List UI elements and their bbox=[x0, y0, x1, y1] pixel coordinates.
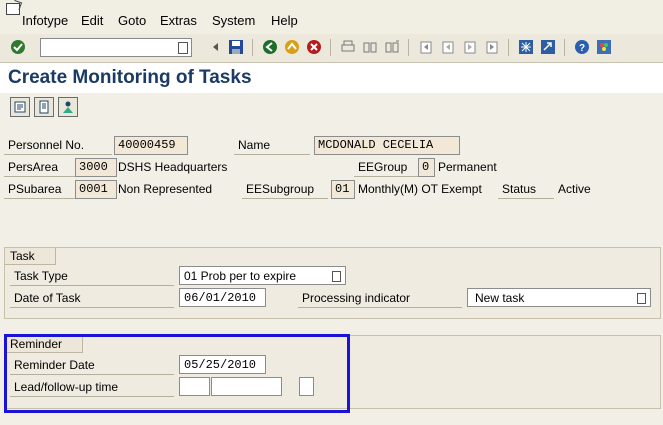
eegroup-code-field: 0 bbox=[418, 158, 435, 177]
date-of-task-label: Date of Task bbox=[10, 289, 174, 308]
create-session-icon[interactable] bbox=[518, 39, 534, 55]
processing-indicator-value: New task bbox=[475, 291, 525, 305]
print-icon[interactable] bbox=[340, 39, 356, 55]
toolbar-separator bbox=[330, 39, 331, 56]
eesubgroup-text: Monthly(M) OT Exempt bbox=[358, 182, 482, 196]
task-type-value: 01 Prob per to expire bbox=[184, 269, 297, 283]
menu-extras[interactable]: Extras bbox=[160, 13, 197, 28]
title-bar: Create Monitoring of Tasks bbox=[0, 63, 663, 93]
persarea-code-field: 3000 bbox=[75, 158, 117, 177]
eegroup-label: EEGroup bbox=[354, 158, 418, 177]
status-value: Active bbox=[558, 182, 591, 196]
menu-infotype[interactable]: Infotype bbox=[22, 13, 68, 28]
overview-icon[interactable] bbox=[10, 97, 30, 117]
document-icon[interactable] bbox=[34, 97, 54, 117]
task-type-dropdown-icon[interactable] bbox=[332, 271, 341, 282]
menu-edit[interactable]: Edit bbox=[81, 13, 103, 28]
toolbar-separator bbox=[564, 39, 565, 56]
back-icon[interactable] bbox=[262, 39, 278, 55]
command-dropdown-icon[interactable] bbox=[178, 42, 188, 54]
task-type-select[interactable]: 01 Prob per to expire bbox=[179, 266, 346, 285]
task-type-label: Task Type bbox=[10, 267, 174, 286]
processing-indicator-label: Processing indicator bbox=[298, 289, 462, 308]
exit-icon[interactable] bbox=[284, 39, 300, 55]
psubarea-code-field: 0001 bbox=[75, 180, 117, 199]
psubarea-text: Non Represented bbox=[118, 182, 213, 196]
command-field[interactable] bbox=[40, 38, 192, 57]
psubarea-label: PSubarea bbox=[4, 180, 76, 199]
processing-indicator-select[interactable]: New task bbox=[467, 288, 651, 307]
find-next-icon[interactable] bbox=[384, 39, 400, 55]
application-toolbar bbox=[0, 93, 663, 123]
system-menu-icon[interactable] bbox=[6, 3, 20, 15]
toolbar-separator bbox=[508, 39, 509, 56]
personnel-no-field: 40000459 bbox=[114, 136, 188, 155]
standard-toolbar: ? bbox=[0, 34, 663, 63]
name-field: MCDONALD CECELIA bbox=[314, 136, 460, 155]
toolbar-separator bbox=[252, 39, 253, 56]
enter-icon[interactable] bbox=[10, 39, 26, 55]
save-icon[interactable] bbox=[228, 39, 244, 55]
help-icon[interactable]: ? bbox=[574, 39, 590, 55]
menu-help[interactable]: Help bbox=[271, 13, 298, 28]
toolbar-separator bbox=[408, 39, 409, 56]
persarea-text: DSHS Headquarters bbox=[118, 160, 228, 174]
name-label: Name bbox=[234, 136, 310, 155]
svg-text:?: ? bbox=[579, 43, 585, 54]
reminder-highlight-box bbox=[4, 334, 350, 413]
date-of-task-input[interactable]: 06/01/2010 bbox=[179, 288, 266, 307]
previous-page-icon[interactable] bbox=[440, 39, 456, 55]
first-page-icon[interactable] bbox=[418, 39, 434, 55]
eesubgroup-code-field: 01 bbox=[331, 180, 355, 199]
task-group-title: Task bbox=[5, 248, 56, 265]
back-arrow-icon[interactable] bbox=[208, 39, 224, 55]
menu-goto[interactable]: Goto bbox=[118, 13, 146, 28]
person-icon[interactable] bbox=[58, 97, 78, 117]
processing-dropdown-icon[interactable] bbox=[637, 293, 646, 304]
eesubgroup-label: EESubgroup bbox=[242, 180, 328, 199]
menu-system[interactable]: System bbox=[212, 13, 255, 28]
menu-bar: Infotype Edit Goto Extras System Help bbox=[0, 0, 663, 35]
last-page-icon[interactable] bbox=[484, 39, 500, 55]
status-label: Status bbox=[498, 180, 554, 199]
cancel-icon[interactable] bbox=[306, 39, 322, 55]
find-icon[interactable] bbox=[362, 39, 378, 55]
layout-menu-icon[interactable] bbox=[596, 39, 612, 55]
eegroup-text: Permanent bbox=[438, 160, 497, 174]
persarea-label: PersArea bbox=[4, 158, 76, 177]
shortcut-icon[interactable] bbox=[540, 39, 556, 55]
next-page-icon[interactable] bbox=[462, 39, 478, 55]
personnel-no-label: Personnel No. bbox=[4, 136, 112, 155]
page-title: Create Monitoring of Tasks bbox=[8, 67, 252, 88]
